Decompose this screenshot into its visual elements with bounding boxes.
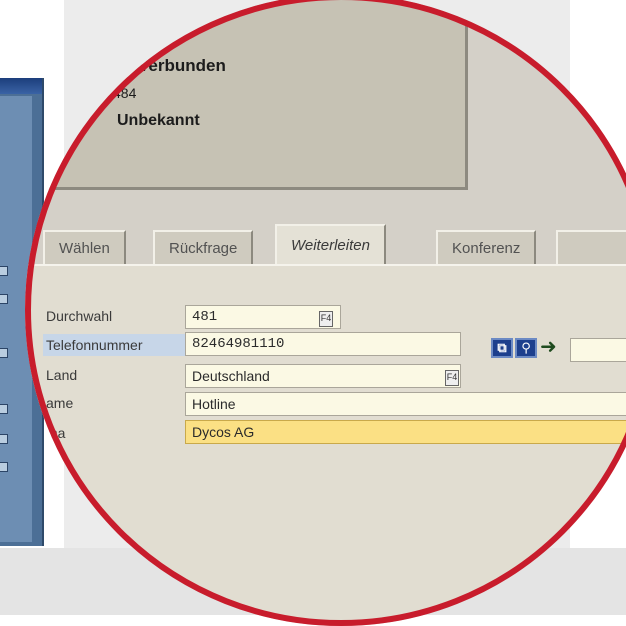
caller-name: Unbekannt (117, 112, 200, 129)
label-name: ame (46, 395, 74, 411)
land-help-icon[interactable]: F4 (445, 370, 459, 386)
background-window-slot (0, 462, 8, 472)
background-window-slot (0, 266, 8, 276)
background-window-slot (0, 404, 8, 414)
background-window-slot (0, 348, 8, 358)
background-window-slot (0, 434, 8, 444)
call-status-panel: Verbunden 484 Unbekannt (25, 0, 468, 190)
address-book-icon[interactable]: ⚲ (515, 338, 537, 358)
durchwahl-field[interactable]: 481 (185, 305, 341, 329)
land-field[interactable]: Deutschland (185, 364, 461, 388)
label-land: Land (46, 367, 78, 383)
label-durchwahl: Durchwahl (46, 308, 113, 324)
tab-bar: Wählen Rückfrage Konferenz Weiterleiten (25, 222, 626, 266)
tab-waehlen[interactable]: Wählen (43, 230, 126, 264)
extension-number: 484 (113, 85, 137, 101)
connection-state: Verbunden (138, 56, 226, 75)
target-field[interactable] (570, 338, 626, 362)
tab-weiterleiten[interactable]: Weiterleiten (275, 224, 386, 266)
copy-number-icon[interactable]: ⧉ (491, 338, 513, 358)
forward-tab-content: Durchwahl 481 F4 Telefonnummer 824649811… (25, 264, 626, 626)
background-window-slot (0, 294, 8, 304)
magnifier-lens: Verbunden 484 Unbekannt Wählen Rückfrage… (25, 0, 626, 626)
telefonnummer-field[interactable]: 82464981110 (185, 332, 461, 356)
tab-more[interactable] (556, 230, 626, 264)
firma-field[interactable]: Dycos AG (185, 420, 626, 444)
tab-konferenz[interactable]: Konferenz (436, 230, 537, 264)
label-telefonnummer: Telefonnummer (43, 334, 196, 356)
label-firma: ma (46, 425, 66, 441)
durchwahl-help-icon[interactable]: F4 (319, 311, 333, 327)
tab-rueckfrage[interactable]: Rückfrage (153, 230, 254, 264)
forward-arrow-icon[interactable]: ➜ (540, 334, 557, 359)
name-field[interactable]: Hotline (185, 392, 626, 416)
